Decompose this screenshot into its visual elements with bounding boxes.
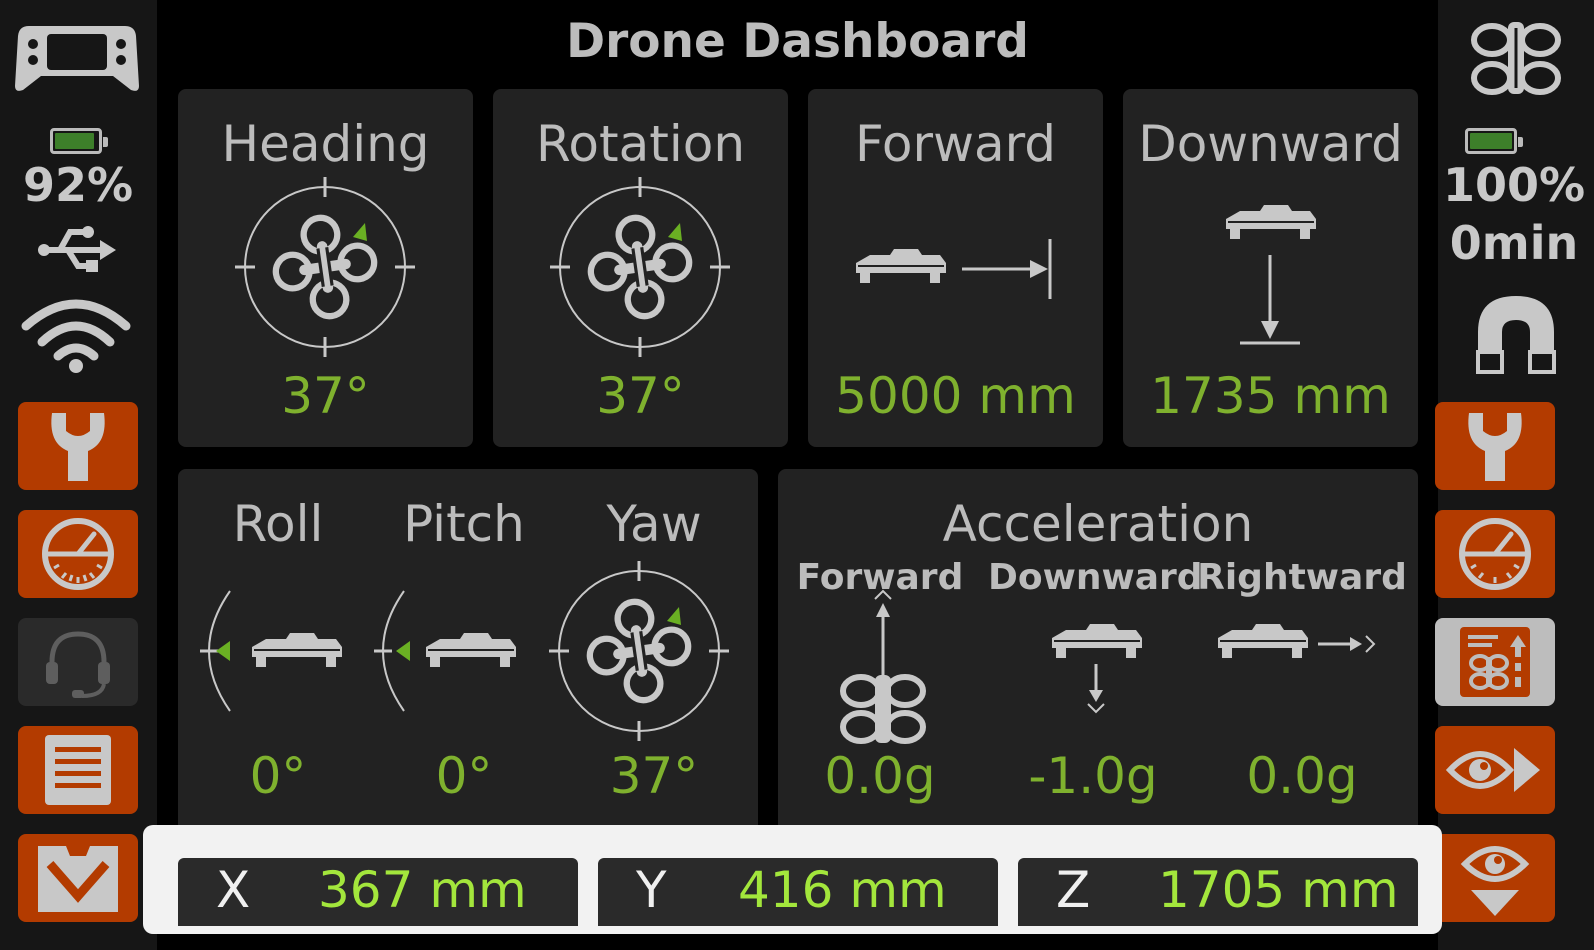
rotation-value: 37°: [596, 367, 685, 425]
coordinate-z-value: 1705 mm: [1158, 861, 1399, 919]
wrench-button-right[interactable]: [1435, 402, 1555, 490]
downward-title: Downward: [1138, 115, 1403, 173]
wrench-button[interactable]: [18, 402, 138, 490]
wrench-icon: [1468, 413, 1522, 481]
pitch-value: 0°: [435, 747, 493, 805]
acceleration-title: Acceleration: [942, 495, 1254, 553]
right-sidebar: 100% 0min: [1435, 0, 1594, 950]
headset-button[interactable]: [18, 618, 138, 706]
downward-value: 1735 mm: [1150, 367, 1391, 425]
forward-title: Forward: [854, 115, 1057, 173]
page-title: Drone Dashboard: [566, 14, 1029, 69]
drone-battery-fill: [1470, 133, 1512, 149]
gamepad-icon: [15, 20, 139, 94]
attitude-panel: Roll Pitch Yaw 0° 0° 37°: [178, 469, 758, 837]
controller-battery-icon: [50, 128, 108, 154]
heading-panel: Heading 37°: [178, 89, 473, 447]
forward-value: 5000 mm: [835, 367, 1076, 425]
heading-title: Heading: [221, 115, 430, 173]
rotation-panel: Rotation 37°: [493, 89, 788, 447]
accel-downward-label: Downward: [988, 557, 1203, 598]
drone-battery-icon: [1465, 128, 1523, 154]
downward-distance-panel: Downward 1735 mm: [1123, 89, 1418, 447]
speedometer-button-right[interactable]: [1435, 510, 1555, 598]
document-button[interactable]: [18, 726, 138, 814]
speedometer-icon: [1459, 518, 1531, 590]
coordinate-x-value: 367 mm: [318, 861, 527, 919]
pitch-indicator-icon: [374, 590, 517, 712]
speedometer-button[interactable]: [18, 510, 138, 598]
coordinate-z-axis: Z: [1056, 861, 1091, 919]
wrench-icon: [51, 413, 105, 481]
download-tray-button[interactable]: [18, 834, 138, 922]
forward-distance-panel: Forward 5000 mm: [808, 89, 1103, 447]
controller-battery-fill: [55, 133, 94, 149]
downward-distance-icon: [1225, 204, 1317, 345]
coordinate-y-axis: Y: [636, 861, 667, 919]
accel-forward-label: Forward: [796, 557, 964, 598]
drone-battery-percent: 100%: [1442, 158, 1586, 212]
accel-forward-value: 0.0g: [824, 747, 936, 805]
left-sidebar: 92%: [0, 0, 157, 950]
coordinate-x-axis: X: [216, 861, 251, 919]
document-icon: [45, 735, 111, 805]
speedometer-icon: [42, 518, 114, 590]
rotation-title: Rotation: [535, 115, 746, 173]
accel-downward-value: -1.0g: [1028, 747, 1158, 805]
accel-rightward-value: 0.0g: [1246, 747, 1358, 805]
coordinate-y: Y 416 mm: [598, 858, 998, 926]
headset-icon: [46, 631, 110, 698]
eye-down-button[interactable]: [1435, 834, 1555, 922]
accel-rightward-label: Rightward: [1197, 557, 1407, 598]
usb-icon: [38, 220, 118, 276]
heading-value: 37°: [281, 367, 370, 425]
download-tray-icon: [38, 846, 118, 912]
eye-down-icon: [1460, 846, 1530, 916]
roll-value: 0°: [249, 747, 307, 805]
acceleration-panel: Acceleration Forward Downward Rightward …: [778, 469, 1418, 837]
drone-icon: [1468, 18, 1564, 98]
coordinate-y-value: 416 mm: [738, 861, 947, 919]
wifi-icon: [20, 292, 132, 374]
coordinate-x: X 367 mm: [178, 858, 578, 926]
controller-battery-percent: 92%: [22, 158, 134, 212]
coordinate-z: Z 1705 mm: [1018, 858, 1418, 926]
yaw-value: 37°: [609, 747, 699, 805]
yaw-label: Yaw: [606, 495, 702, 553]
